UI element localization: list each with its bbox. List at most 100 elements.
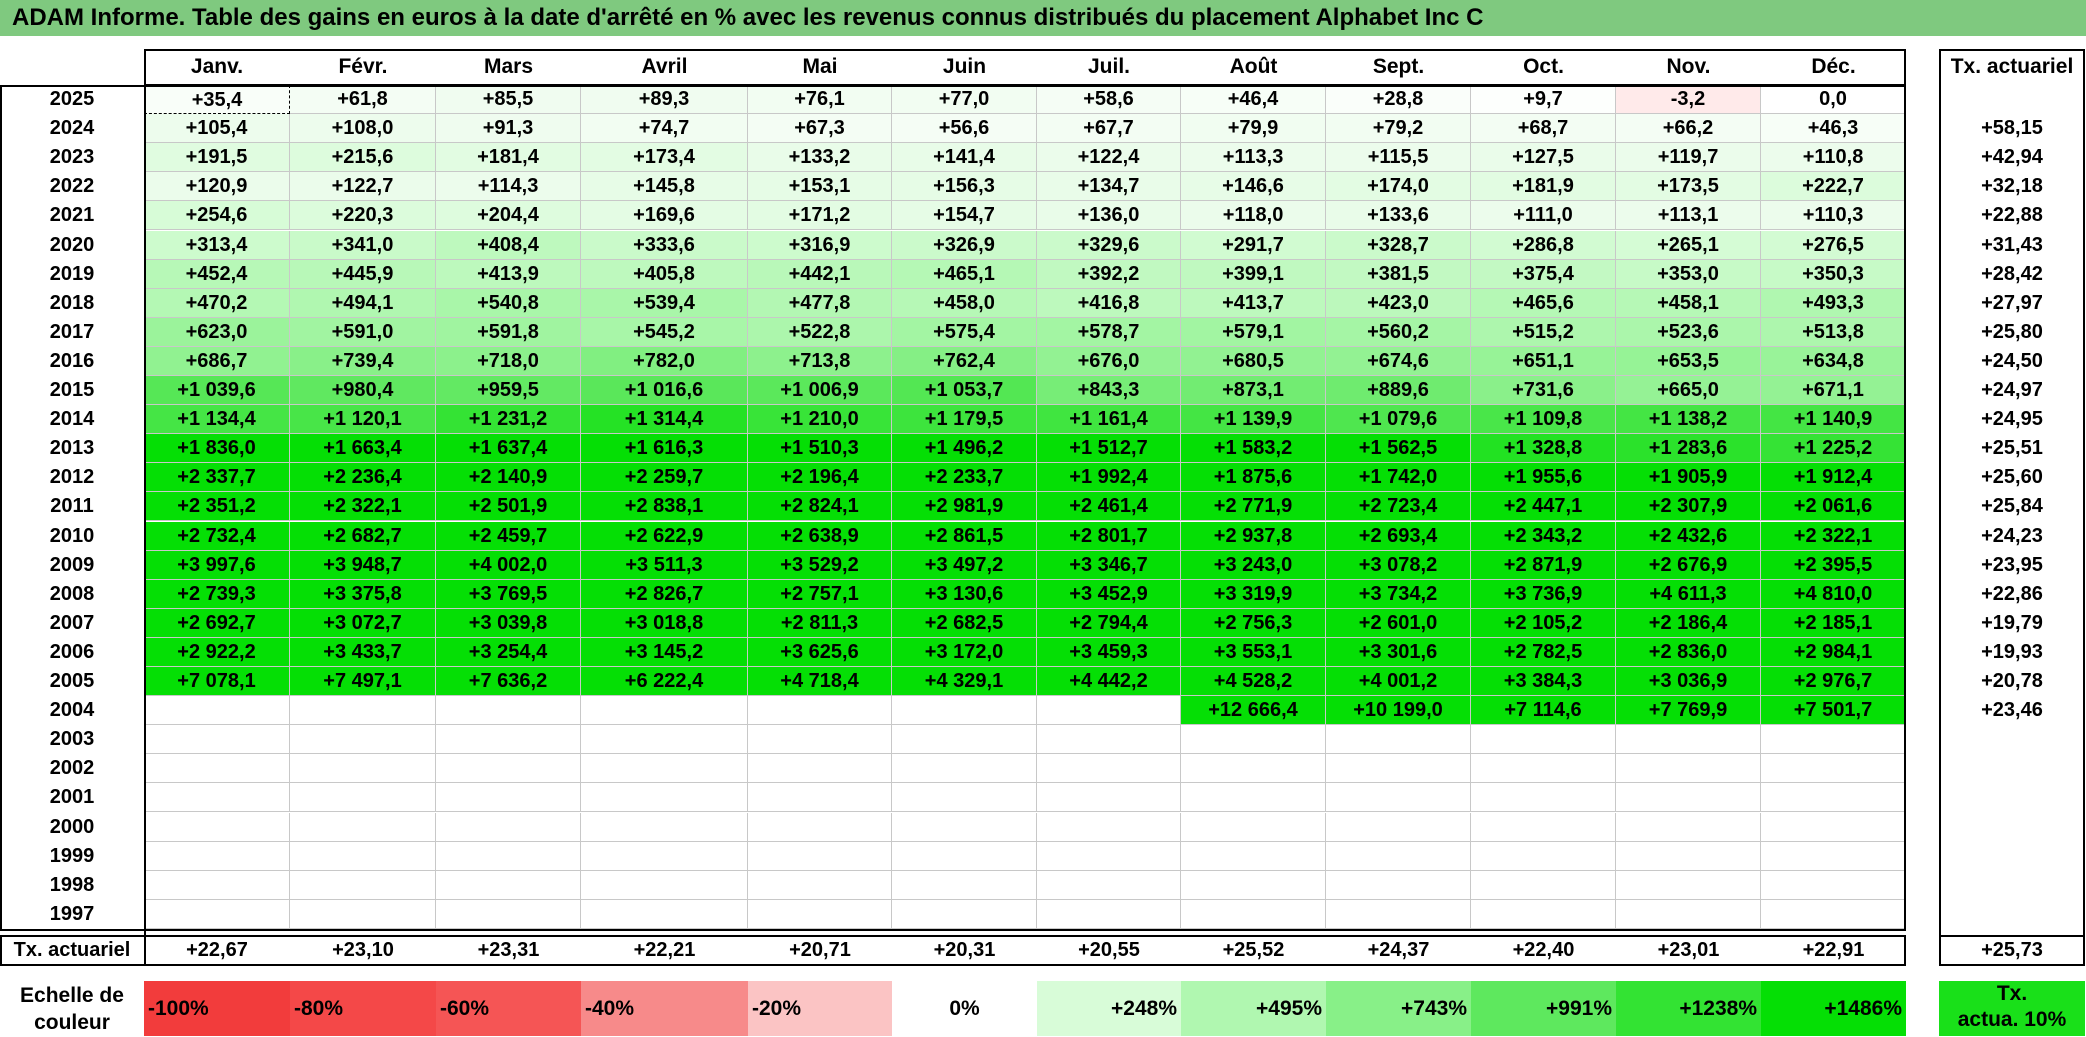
table-cell[interactable]: +623,0: [144, 317, 290, 347]
table-cell[interactable]: [1761, 812, 1906, 842]
table-cell[interactable]: +12 666,4: [1181, 696, 1326, 726]
table-cell[interactable]: +713,8: [748, 346, 892, 376]
table-cell[interactable]: +120,9: [144, 172, 290, 202]
table-cell[interactable]: [1181, 870, 1326, 900]
table-cell[interactable]: +465,1: [892, 259, 1037, 289]
table-cell[interactable]: +173,5: [1616, 172, 1761, 202]
table-cell[interactable]: [1181, 783, 1326, 813]
table-cell[interactable]: +1 225,2: [1761, 434, 1906, 464]
table-cell[interactable]: +3 072,7: [290, 608, 436, 638]
table-cell[interactable]: +680,5: [1181, 346, 1326, 376]
table-cell[interactable]: +458,0: [892, 288, 1037, 318]
table-cell[interactable]: +110,8: [1761, 143, 1906, 173]
table-cell[interactable]: +2 233,7: [892, 463, 1037, 493]
table-cell[interactable]: +3 948,7: [290, 550, 436, 580]
table-cell[interactable]: +2 861,5: [892, 521, 1037, 551]
table-cell[interactable]: +3 511,3: [581, 550, 748, 580]
table-cell[interactable]: +1 616,3: [581, 434, 748, 464]
table-cell[interactable]: +2 343,2: [1471, 521, 1616, 551]
table-cell[interactable]: [581, 754, 748, 784]
table-cell[interactable]: +458,1: [1616, 288, 1761, 318]
table-cell[interactable]: +265,1: [1616, 230, 1761, 260]
table-cell[interactable]: +108,0: [290, 114, 436, 144]
table-cell[interactable]: +3 018,8: [581, 608, 748, 638]
table-cell[interactable]: [1761, 783, 1906, 813]
table-cell[interactable]: +579,1: [1181, 317, 1326, 347]
table-cell[interactable]: +1 140,9: [1761, 405, 1906, 435]
table-cell[interactable]: [1761, 754, 1906, 784]
table-cell[interactable]: [1471, 725, 1616, 755]
table-cell[interactable]: +3 452,9: [1037, 579, 1181, 609]
table-cell[interactable]: [1616, 841, 1761, 871]
table-cell[interactable]: +174,0: [1326, 172, 1471, 202]
table-cell[interactable]: [892, 696, 1037, 726]
table-cell[interactable]: +2 459,7: [436, 521, 581, 551]
table-cell[interactable]: +1 875,6: [1181, 463, 1326, 493]
table-cell[interactable]: +77,0: [892, 85, 1037, 115]
table-cell[interactable]: [436, 725, 581, 755]
table-cell[interactable]: +7 769,9: [1616, 696, 1761, 726]
table-cell[interactable]: +2 871,9: [1471, 550, 1616, 580]
table-cell[interactable]: [892, 899, 1037, 929]
table-cell[interactable]: +1 079,6: [1326, 405, 1471, 435]
table-cell[interactable]: +665,0: [1616, 376, 1761, 406]
table-cell[interactable]: +7 114,6: [1471, 696, 1616, 726]
table-cell[interactable]: +2 836,0: [1616, 637, 1761, 667]
table-cell[interactable]: +1 161,4: [1037, 405, 1181, 435]
table-cell[interactable]: [748, 812, 892, 842]
table-cell[interactable]: +2 732,4: [144, 521, 290, 551]
table-cell[interactable]: +1 210,0: [748, 405, 892, 435]
table-cell[interactable]: +111,0: [1471, 201, 1616, 231]
table-cell[interactable]: +3 553,1: [1181, 637, 1326, 667]
table-cell[interactable]: [1181, 899, 1326, 929]
table-cell[interactable]: +115,5: [1326, 143, 1471, 173]
table-cell[interactable]: [748, 725, 892, 755]
table-cell[interactable]: [1326, 725, 1471, 755]
table-cell[interactable]: +79,9: [1181, 114, 1326, 144]
table-cell[interactable]: +540,8: [436, 288, 581, 318]
table-cell[interactable]: +1 314,4: [581, 405, 748, 435]
table-cell[interactable]: +341,0: [290, 230, 436, 260]
table-cell[interactable]: [290, 812, 436, 842]
table-cell[interactable]: [290, 899, 436, 929]
table-cell[interactable]: +539,4: [581, 288, 748, 318]
table-cell[interactable]: +7 078,1: [144, 667, 290, 697]
table-cell[interactable]: +2 351,2: [144, 492, 290, 522]
table-cell[interactable]: +328,7: [1326, 230, 1471, 260]
table-cell[interactable]: +254,6: [144, 201, 290, 231]
table-cell[interactable]: +674,6: [1326, 346, 1471, 376]
table-cell[interactable]: +113,3: [1181, 143, 1326, 173]
table-cell[interactable]: +477,8: [748, 288, 892, 318]
table-cell[interactable]: +4 001,2: [1326, 667, 1471, 697]
table-cell[interactable]: +3 319,9: [1181, 579, 1326, 609]
table-cell[interactable]: +2 739,3: [144, 579, 290, 609]
table-cell[interactable]: [1616, 812, 1761, 842]
table-cell[interactable]: +676,0: [1037, 346, 1181, 376]
table-cell[interactable]: [892, 754, 1037, 784]
table-cell[interactable]: +1 053,7: [892, 376, 1037, 406]
table-cell[interactable]: [748, 696, 892, 726]
table-cell[interactable]: +173,4: [581, 143, 748, 173]
table-cell[interactable]: +353,0: [1616, 259, 1761, 289]
table-cell[interactable]: +67,7: [1037, 114, 1181, 144]
table-cell[interactable]: +889,6: [1326, 376, 1471, 406]
table-cell[interactable]: [1037, 899, 1181, 929]
table-cell[interactable]: +3 172,0: [892, 637, 1037, 667]
table-cell[interactable]: +2 824,1: [748, 492, 892, 522]
table-cell[interactable]: +2 838,1: [581, 492, 748, 522]
table-cell[interactable]: +350,3: [1761, 259, 1906, 289]
table-cell[interactable]: +2 922,2: [144, 637, 290, 667]
table-cell[interactable]: +133,2: [748, 143, 892, 173]
table-cell[interactable]: +375,4: [1471, 259, 1616, 289]
table-cell[interactable]: +2 981,9: [892, 492, 1037, 522]
table-cell[interactable]: +2 801,7: [1037, 521, 1181, 551]
table-cell[interactable]: +91,3: [436, 114, 581, 144]
table-cell[interactable]: [1326, 899, 1471, 929]
table-cell[interactable]: [892, 783, 1037, 813]
table-cell[interactable]: +67,3: [748, 114, 892, 144]
table-cell[interactable]: +3 039,8: [436, 608, 581, 638]
table-cell[interactable]: +136,0: [1037, 201, 1181, 231]
table-cell[interactable]: [1471, 754, 1616, 784]
table-cell[interactable]: +560,2: [1326, 317, 1471, 347]
table-cell[interactable]: +1 637,4: [436, 434, 581, 464]
